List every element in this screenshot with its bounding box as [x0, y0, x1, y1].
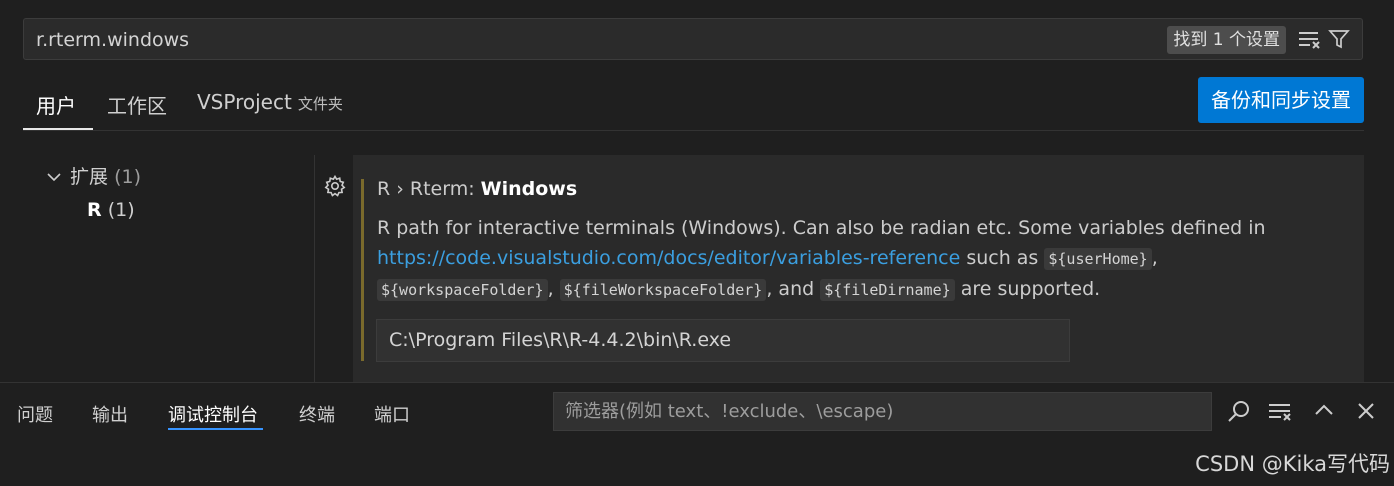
backup-sync-button[interactable]: 备份和同步设置: [1198, 77, 1364, 123]
clear-console-icon[interactable]: [1268, 402, 1294, 422]
close-icon[interactable]: [1357, 402, 1375, 420]
tab-folder-suffix: 文件夹: [297, 95, 343, 113]
chevron-up-icon[interactable]: [1314, 402, 1334, 418]
toc-r-count: (1): [107, 199, 135, 221]
panel-tab-terminal[interactable]: 终端: [299, 401, 335, 427]
setting-description: R path for interactive terminals (Window…: [377, 213, 1277, 305]
desc-text: R path for interactive terminals (Window…: [377, 217, 1266, 239]
active-panel-tab-indicator: [168, 428, 263, 430]
tab-user[interactable]: 用户: [36, 90, 76, 119]
desc-text: , and: [766, 278, 821, 300]
tab-folder[interactable]: VSProject 文件夹: [197, 90, 343, 114]
result-count-badge: 找到 1 个设置: [1167, 26, 1286, 54]
toc-extensions-count: (1): [114, 166, 141, 188]
code-user-home: ${userHome}: [1044, 248, 1152, 270]
tab-folder-name: VSProject: [197, 90, 292, 114]
filter-icon[interactable]: [1328, 28, 1350, 50]
search-input[interactable]: r.rterm.windows: [36, 29, 189, 51]
toc-item-r[interactable]: R (1): [87, 199, 135, 221]
settings-search-bar[interactable]: r.rterm.windows 找到 1 个设置: [23, 18, 1363, 60]
toc-extensions-label: 扩展: [70, 166, 109, 188]
rterm-path-input[interactable]: C:\Program Files\R\R-4.4.2\bin\R.exe: [376, 319, 1070, 362]
chevron-down-icon: [46, 166, 62, 188]
clear-filter-icon[interactable]: [1298, 29, 1322, 49]
modified-indicator: [361, 179, 364, 361]
code-file-workspace-folder: ${fileWorkspaceFolder}: [559, 279, 767, 301]
toc-divider: [314, 155, 315, 382]
tabs-divider: [23, 130, 1364, 131]
desc-text: are supported.: [954, 278, 1101, 300]
variables-reference-link[interactable]: https://code.visualstudio.com/docs/edito…: [377, 247, 960, 269]
tab-workspace[interactable]: 工作区: [107, 90, 167, 119]
search-icon[interactable]: [1226, 399, 1252, 425]
setting-name: Windows: [480, 178, 578, 200]
code-file-dirname: ${fileDirname}: [820, 279, 955, 301]
desc-text: such as: [960, 247, 1045, 269]
panel-tab-debug-console[interactable]: 调试控制台: [168, 401, 258, 427]
panel-divider: [0, 382, 1394, 383]
code-workspace-folder: ${workspaceFolder}: [377, 279, 548, 301]
toc-r-label: R: [87, 199, 102, 221]
panel-tab-output[interactable]: 输出: [92, 401, 128, 427]
watermark: CSDN @Kika写代码: [1195, 452, 1390, 476]
setting-breadcrumb: R › Rterm:: [377, 178, 481, 200]
toc-item-extensions[interactable]: 扩展 (1): [46, 162, 141, 189]
gear-icon[interactable]: [323, 174, 347, 198]
desc-text: ,: [1151, 247, 1158, 269]
panel-tab-problems[interactable]: 问题: [17, 401, 53, 427]
desc-text: ,: [547, 278, 554, 300]
setting-title: R › Rterm: Windows: [377, 178, 577, 200]
panel-tab-ports[interactable]: 端口: [374, 401, 410, 427]
debug-console-filter-input[interactable]: 筛选器(例如 text、!exclude、\escape): [553, 392, 1212, 431]
